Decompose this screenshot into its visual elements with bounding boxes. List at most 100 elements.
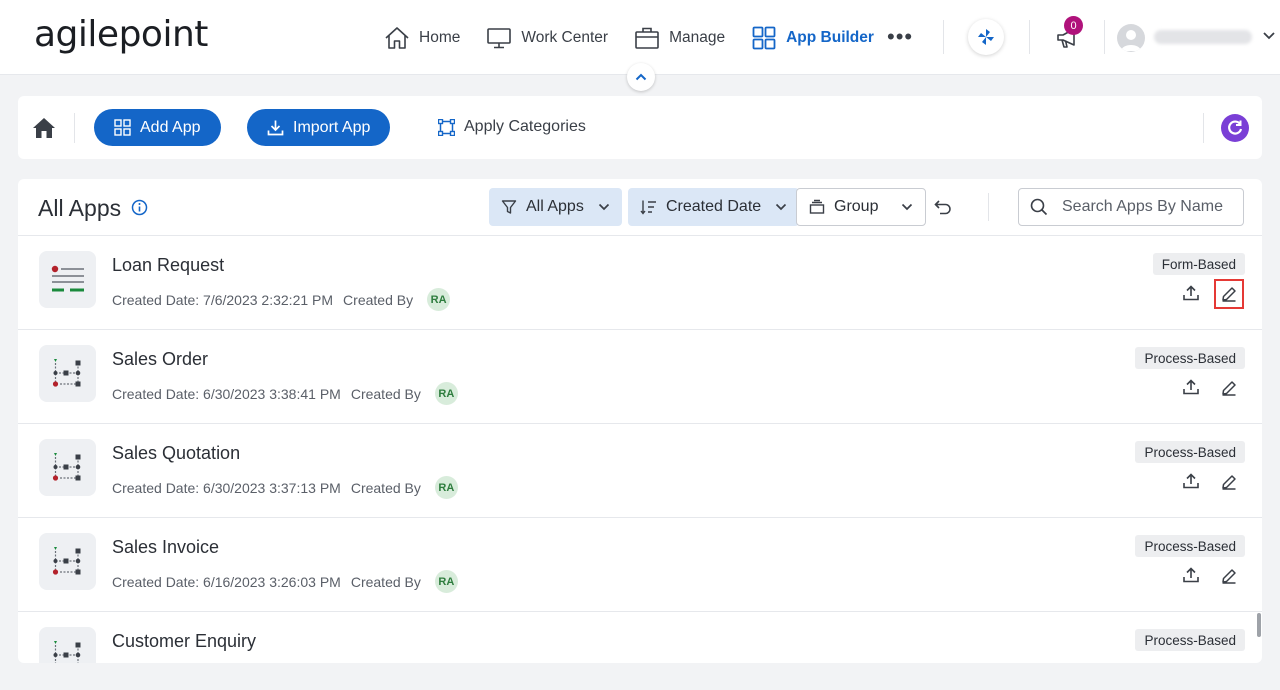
pencil-icon (1222, 475, 1236, 490)
refresh-button[interactable] (1221, 114, 1249, 142)
nav-item-home[interactable]: Home (384, 22, 460, 54)
home-button[interactable] (32, 117, 56, 144)
created-date: Created Date: 6/16/2023 3:26:03 PM (112, 573, 341, 590)
nav-item-label: Home (419, 29, 461, 46)
created-by-label: Created By (350, 479, 421, 496)
all-apps-panel: All Apps All Apps Created Date Group Loa… (18, 179, 1262, 663)
list-item[interactable]: Sales Order Created Date: 6/30/2023 3:38… (18, 330, 1262, 424)
group-icon (809, 199, 825, 214)
scrollbar-track[interactable] (1256, 236, 1261, 663)
group-label: Group (834, 198, 879, 215)
home-filled-icon (33, 118, 55, 138)
app-type-badge: Process-Based (1135, 629, 1245, 651)
created-by-label: Created By (350, 573, 421, 590)
chevron-down-icon (598, 203, 609, 211)
notification-count-badge: 0 (1064, 16, 1083, 35)
add-app-label: Add App (140, 118, 201, 136)
divider (1104, 20, 1105, 54)
app-type-badge: Process-Based (1135, 347, 1245, 369)
created-by-label: Created By (350, 385, 421, 402)
grid-icon (752, 26, 776, 50)
sort-label: Created Date (666, 198, 762, 215)
pencil-icon (1222, 287, 1236, 302)
nav-item-label: Manage (669, 29, 726, 46)
nav-item-label: Work Center (521, 29, 609, 46)
agilepoint-logo[interactable]: agilepoint (34, 14, 208, 55)
ai-assistant-button[interactable] (968, 19, 1004, 55)
publish-icon[interactable] (1183, 567, 1199, 583)
chevron-down-icon (776, 203, 787, 211)
app-type-badge: Process-Based (1135, 535, 1245, 557)
created-date: Created Date: 7/6/2023 2:32:21 PM (112, 291, 334, 308)
divider (988, 193, 989, 221)
nav-item-work-center[interactable]: Work Center (486, 22, 608, 54)
process-app-icon (39, 533, 96, 590)
collapse-header-button[interactable] (627, 63, 655, 91)
process-app-icon (39, 439, 96, 496)
divider (943, 20, 944, 54)
info-icon[interactable] (131, 199, 148, 216)
edit-button[interactable] (1214, 373, 1244, 403)
apps-list: Loan Request Created Date: 7/6/2023 2:32… (18, 236, 1262, 663)
divider (1203, 113, 1204, 143)
apply-categories-button[interactable]: Apply Categories (438, 118, 586, 136)
apply-categories-label: Apply Categories (464, 118, 586, 135)
app-name[interactable]: Sales Quotation (112, 443, 240, 464)
chevron-down-icon[interactable] (1262, 31, 1276, 41)
chevron-down-icon (901, 203, 913, 211)
app-name[interactable]: Customer Enquiry (112, 631, 256, 652)
pencil-icon (1222, 381, 1236, 396)
nav-item-manage[interactable]: Manage (634, 22, 725, 54)
process-app-icon (39, 345, 96, 402)
list-item[interactable]: Sales Invoice Created Date: 6/16/2023 3:… (18, 518, 1262, 612)
page-title: All Apps (38, 195, 122, 221)
avatar[interactable] (1117, 24, 1145, 52)
app-type-badge: Process-Based (1135, 441, 1245, 463)
import-app-button[interactable]: Import App (247, 109, 391, 146)
publish-icon[interactable] (1183, 285, 1199, 301)
edit-button[interactable] (1214, 279, 1244, 309)
list-item[interactable]: Customer Enquiry Process-Based (18, 612, 1262, 663)
filter-icon (501, 200, 517, 214)
add-app-button[interactable]: Add App (94, 109, 221, 146)
edit-button[interactable] (1214, 561, 1244, 591)
home-icon (385, 27, 409, 49)
publish-icon[interactable] (1183, 473, 1199, 489)
pinwheel-icon (978, 29, 994, 45)
app-meta: Created Date: 6/30/2023 3:38:41 PM Creat… (112, 382, 458, 405)
search-icon (1030, 198, 1048, 216)
group-select[interactable]: Group (796, 188, 926, 226)
avatar: RA (434, 570, 458, 593)
avatar: RA (434, 382, 458, 405)
edit-button[interactable] (1214, 467, 1244, 497)
briefcase-icon (635, 27, 659, 49)
created-by-label: Created By (343, 291, 414, 308)
monitor-icon (487, 28, 512, 49)
all-apps-filter-label: All Apps (526, 198, 584, 215)
categories-icon (438, 118, 455, 136)
all-apps-filter[interactable]: All Apps (489, 188, 622, 226)
avatar: RA (427, 288, 451, 311)
main-nav: Home Work Center Manage App Builder (384, 22, 900, 54)
created-date: Created Date: 6/30/2023 3:37:13 PM (112, 479, 341, 496)
list-item[interactable]: Loan Request Created Date: 7/6/2023 2:32… (18, 236, 1262, 330)
sort-created-date[interactable]: Created Date (628, 188, 800, 226)
more-dots-icon[interactable]: ••• (887, 26, 913, 48)
search-input[interactable] (1062, 198, 1242, 216)
username-blurred[interactable] (1154, 30, 1252, 44)
refresh-icon (1228, 120, 1243, 135)
scrollbar-thumb[interactable] (1257, 613, 1261, 637)
nav-item-app-builder[interactable]: App Builder (751, 22, 874, 54)
app-name[interactable]: Sales Order (112, 349, 208, 370)
pencil-icon (1222, 569, 1236, 584)
created-date: Created Date: 6/30/2023 3:38:41 PM (112, 385, 341, 402)
app-toolbar: Add App Import App Apply Categories (18, 96, 1262, 159)
app-meta: Created Date: 6/30/2023 3:37:13 PM Creat… (112, 476, 458, 499)
app-name[interactable]: Loan Request (112, 255, 224, 276)
app-name[interactable]: Sales Invoice (112, 537, 219, 558)
list-item[interactable]: Sales Quotation Created Date: 6/30/2023 … (18, 424, 1262, 518)
reset-icon[interactable] (934, 199, 952, 215)
import-app-label: Import App (293, 118, 371, 136)
search-box[interactable] (1018, 188, 1244, 226)
publish-icon[interactable] (1183, 379, 1199, 395)
